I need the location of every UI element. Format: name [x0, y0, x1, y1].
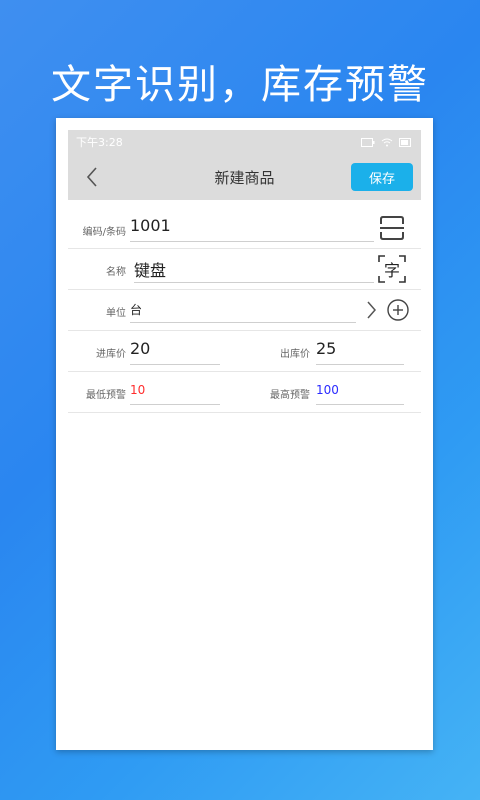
row-prices: 进库价 20 出库价 25 — [68, 331, 421, 372]
code-label: 编码/条码 — [82, 227, 126, 238]
battery-level-icon — [399, 137, 411, 147]
code-field[interactable]: 1001 — [130, 216, 374, 242]
back-button[interactable] — [82, 164, 102, 190]
min-warn-label: 最低预警 — [86, 390, 126, 401]
ocr-glyph: 字 — [383, 261, 400, 280]
status-icons — [361, 137, 413, 147]
unit-field[interactable]: 台 — [130, 301, 356, 323]
chevron-right-icon — [367, 301, 376, 319]
battery-icon — [361, 137, 375, 147]
app-bar: 新建商品 保存 — [68, 154, 421, 200]
phone-frame: 下午3:28 新建商品 保存 编码/条码 1001 名称 键盘 字 单位 台 进… — [56, 118, 433, 750]
row-name: 名称 键盘 字 — [68, 249, 421, 290]
status-time: 下午3:28 — [76, 136, 123, 149]
status-bar: 下午3:28 — [68, 130, 421, 154]
chevron-left-icon — [86, 167, 97, 187]
row-code: 编码/条码 1001 — [68, 208, 421, 249]
in-price-field[interactable]: 20 — [130, 339, 220, 365]
out-price-field[interactable]: 25 — [316, 339, 404, 365]
plus-circle-icon — [387, 299, 409, 321]
name-field[interactable]: 键盘 — [134, 257, 374, 283]
scan-icon — [380, 216, 404, 240]
name-label: 名称 — [106, 267, 126, 278]
row-warnings: 最低预警 10 最高预警 100 — [68, 372, 421, 413]
out-price-label: 出库价 — [280, 349, 310, 360]
app-screen: 下午3:28 新建商品 保存 编码/条码 1001 名称 键盘 字 单位 台 进… — [68, 130, 421, 750]
promo-headline: 文字识别，库存预警 — [51, 62, 429, 108]
in-price-label: 进库价 — [96, 349, 126, 360]
page-title: 新建商品 — [214, 168, 275, 187]
unit-label: 单位 — [106, 308, 126, 319]
unit-select-button[interactable] — [364, 299, 378, 321]
max-warn-field[interactable]: 100 — [316, 383, 404, 405]
add-unit-button[interactable] — [386, 298, 410, 322]
product-form: 编码/条码 1001 名称 键盘 字 单位 台 进库价 20 出库价 25 最低… — [68, 200, 421, 413]
barcode-scan-button[interactable] — [378, 214, 406, 242]
min-warn-field[interactable]: 10 — [130, 383, 220, 405]
wifi-icon — [381, 138, 393, 146]
max-warn-label: 最高预警 — [270, 390, 310, 401]
text-recognition-button[interactable]: 字 — [378, 255, 406, 283]
save-button[interactable]: 保存 — [351, 163, 413, 191]
row-unit: 单位 台 — [68, 290, 421, 331]
